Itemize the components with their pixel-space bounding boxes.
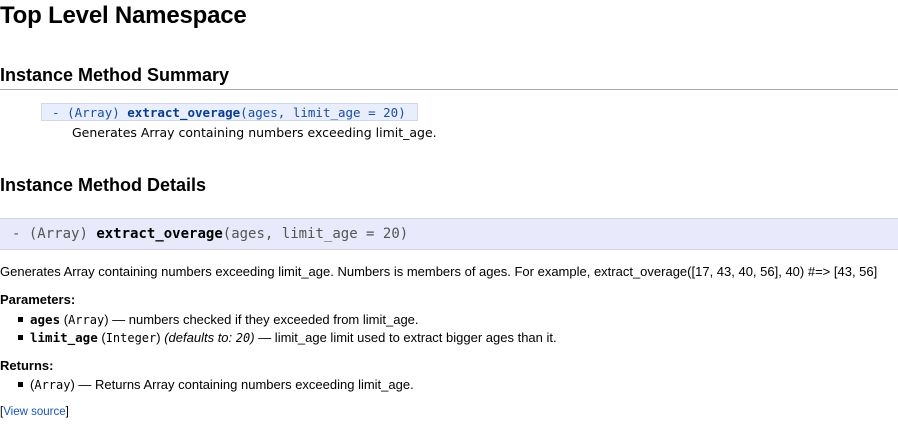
returns-heading: Returns: xyxy=(0,358,54,373)
source-bracket-close: ] xyxy=(65,406,69,418)
parameter-type: Integer xyxy=(105,331,157,345)
details-method-args: (ages, limit_age = 20) xyxy=(222,226,409,242)
returns-list: (Array) — Returns Array containing numbe… xyxy=(0,376,414,394)
details-method-description: Generates Array containing numbers excee… xyxy=(0,264,878,279)
bullet-icon xyxy=(18,335,23,340)
bullet-icon xyxy=(18,382,23,387)
parameter-text: — numbers checked if they exceeded from … xyxy=(112,312,419,327)
parameters-list: ages (Array) — numbers checked if they e… xyxy=(0,311,557,347)
summary-method-description: Generates Array containing numbers excee… xyxy=(72,125,437,140)
parameter-defaults-label: (defaults to: xyxy=(164,330,236,345)
parameter-defaults: (defaults to: 20) xyxy=(164,330,254,345)
summary-method-signature-link[interactable]: - (Array) extract_overage(ages, limit_ag… xyxy=(41,103,418,121)
view-source-container: [View source] xyxy=(0,406,69,418)
details-visibility-dash: - xyxy=(12,226,21,242)
parameter-type: Array xyxy=(68,313,105,327)
summary-visibility-dash: - xyxy=(52,105,60,120)
returns-item: (Array) — Returns Array containing numbe… xyxy=(0,376,414,394)
summary-divider xyxy=(0,89,898,90)
view-source-link[interactable]: View source xyxy=(3,406,65,418)
parameter-item: ages (Array) — numbers checked if they e… xyxy=(0,311,557,329)
returns-type: Array xyxy=(34,378,71,392)
details-method-signature: - (Array) extract_overage(ages, limit_ag… xyxy=(0,218,898,250)
returns-text: — Returns Array containing numbers excee… xyxy=(78,377,414,392)
parameters-heading: Parameters: xyxy=(0,292,76,307)
details-method-name: extract_overage xyxy=(96,226,223,242)
summary-heading: Instance Method Summary xyxy=(0,65,230,85)
parameter-item: limit_age (Integer) (defaults to: 20) — … xyxy=(0,329,557,347)
details-return-type: (Array) xyxy=(28,226,88,242)
summary-return-type: (Array) xyxy=(67,105,120,120)
parameter-defaults-value: 20 xyxy=(235,331,251,345)
summary-method-name[interactable]: extract_overage xyxy=(127,105,240,120)
parameter-defaults-close: ) xyxy=(250,330,255,345)
parameter-name: limit_age xyxy=(30,330,98,345)
summary-method-args: (ages, limit_age = 20) xyxy=(240,105,406,120)
bullet-icon xyxy=(18,317,23,322)
parameter-name: ages xyxy=(30,312,61,327)
page-title: Top Level Namespace xyxy=(0,2,247,29)
details-heading: Instance Method Details xyxy=(0,175,207,195)
parameter-text: — limit_age limit used to extract bigger… xyxy=(258,330,557,345)
